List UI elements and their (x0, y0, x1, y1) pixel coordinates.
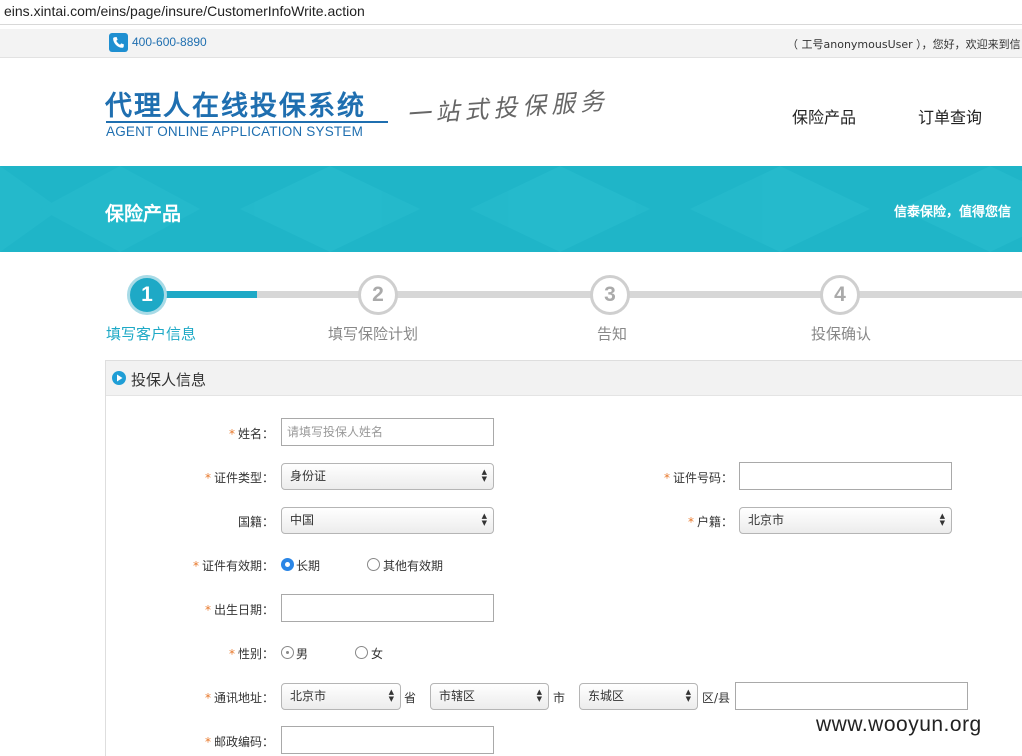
select-arrows-icon: ▲ ▼ (939, 512, 945, 527)
postcode-label: * 邮政编码： (204, 735, 274, 749)
city-select[interactable]: 市辖区 ▲ ▼ (430, 683, 549, 710)
birth-date-label: * 出生日期： (204, 603, 274, 617)
validity-long-term-label: 长期 (296, 559, 321, 573)
url-text: eins.xintai.com/eins/page/insure/Custome… (4, 3, 365, 19)
select-arrows-icon: ▲ ▼ (481, 468, 487, 483)
household-label: * 户籍： (687, 515, 733, 529)
nationality-select[interactable]: 中国 ▲ ▼ (281, 507, 494, 534)
district-suffix: 区/县 (702, 691, 731, 705)
city-suffix: 市 (553, 691, 566, 705)
required-mark: * (204, 603, 211, 617)
household-select[interactable]: 北京市 ▲ ▼ (739, 507, 952, 534)
watermark: www.wooyun.org (816, 713, 982, 736)
step-3-label: 告知 (597, 325, 628, 343)
logo-divider (106, 121, 388, 123)
address-label: * 通讯地址： (204, 691, 274, 705)
id-type-value: 身份证 (290, 469, 327, 483)
required-mark: * (228, 647, 235, 661)
browser-url-bar[interactable]: eins.xintai.com/eins/page/insure/Custome… (0, 0, 1022, 25)
required-mark: * (204, 471, 211, 485)
logo-subtitle: AGENT ONLINE APPLICATION SYSTEM (106, 124, 364, 139)
step-2-label: 填写保险计划 (328, 325, 419, 343)
step-4-circle: 4 (820, 275, 860, 315)
district-value: 东城区 (588, 689, 625, 703)
nationality-label: 国籍： (237, 515, 274, 529)
header-slogan: 一站式投保服务 (405, 86, 610, 130)
step-2-circle: 2 (358, 275, 398, 315)
postcode-input[interactable] (281, 726, 494, 754)
play-circle-icon (112, 371, 126, 385)
province-select[interactable]: 北京市 ▲ ▼ (281, 683, 401, 710)
select-arrows-icon: ▲ ▼ (685, 688, 691, 703)
validity-other-radio[interactable] (367, 558, 380, 571)
nav-order-query[interactable]: 订单查询 (918, 104, 982, 128)
step-3-circle: 3 (590, 275, 630, 315)
gender-label: * 性别： (228, 647, 274, 661)
birth-date-input[interactable] (281, 594, 494, 622)
welcome-text: （ 工号anonymousUser ），您好，欢迎来到信 (787, 38, 1021, 51)
banner-slogan: 信泰保险，值得您信 (894, 205, 1012, 220)
required-mark: * (687, 515, 694, 529)
name-label: * 姓名： (228, 427, 274, 441)
district-select[interactable]: 东城区 ▲ ▼ (579, 683, 698, 710)
province-suffix: 省 (404, 691, 417, 705)
select-arrows-icon: ▲ ▼ (481, 512, 487, 527)
validity-other-label: 其他有效期 (383, 559, 444, 573)
phone-icon (109, 33, 128, 52)
required-mark: * (192, 559, 199, 573)
phone-number: 400-600-8890 (132, 35, 207, 49)
gender-male-label: 男 (296, 647, 309, 661)
name-input[interactable]: 请填写投保人姓名 (281, 418, 494, 446)
required-mark: * (228, 427, 235, 441)
id-number-label: * 证件号码： (663, 471, 733, 485)
step-4-label: 投保确认 (811, 325, 872, 343)
household-value: 北京市 (748, 513, 785, 527)
required-mark: * (204, 691, 211, 705)
nav-insurance-products[interactable]: 保险产品 (792, 104, 856, 128)
nationality-value: 中国 (290, 513, 315, 527)
step-1-circle: 1 (127, 275, 167, 315)
step-track (147, 291, 1022, 298)
gender-female-label: 女 (371, 647, 384, 661)
step-1-label: 填写客户信息 (106, 325, 197, 343)
id-validity-label: * 证件有效期： (192, 559, 274, 573)
panel-header (106, 361, 1022, 396)
id-number-input[interactable] (739, 462, 952, 490)
gender-male-radio[interactable] (281, 646, 294, 659)
banner-title: 保险产品 (105, 203, 182, 225)
city-value: 市辖区 (439, 689, 476, 703)
logo-title[interactable]: 代理人在线投保系统 (105, 84, 366, 123)
validity-long-term-radio[interactable] (281, 558, 294, 571)
required-mark: * (663, 471, 670, 485)
id-type-label: * 证件类型： (204, 471, 274, 485)
select-arrows-icon: ▲ ▼ (388, 688, 394, 703)
gender-female-radio[interactable] (355, 646, 368, 659)
id-type-select[interactable]: 身份证 ▲ ▼ (281, 463, 494, 490)
panel-title: 投保人信息 (131, 371, 207, 389)
address-detail-input[interactable] (735, 682, 968, 710)
province-value: 北京市 (290, 689, 327, 703)
select-arrows-icon: ▲ ▼ (536, 688, 542, 703)
required-mark: * (204, 735, 211, 749)
